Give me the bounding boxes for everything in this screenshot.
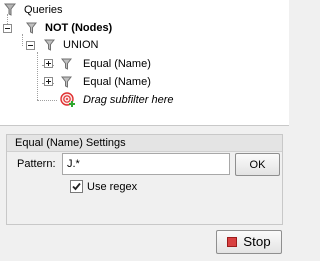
tree-line (22, 34, 23, 46)
pattern-label: Pattern: (17, 158, 56, 170)
tree-root-queries[interactable]: Queries (4, 2, 63, 18)
drop-target-row[interactable]: Drag subfilter here (60, 92, 174, 108)
pattern-input[interactable] (62, 153, 230, 175)
tree-node-label: Equal (Name) (83, 58, 151, 70)
tree-node-equal-name[interactable]: Equal (Name) (61, 74, 151, 90)
tree-node-equal-name[interactable]: Equal (Name) (61, 56, 151, 72)
checkmark-icon (72, 182, 81, 191)
expand-toggle[interactable] (44, 77, 53, 86)
stop-button[interactable]: Stop (216, 230, 282, 254)
settings-title: Equal (Name) Settings (7, 135, 282, 152)
filter-icon (44, 39, 55, 51)
ok-button[interactable]: OK (235, 153, 280, 176)
use-regex-checkbox[interactable] (70, 180, 83, 193)
collapse-toggle[interactable] (26, 41, 35, 50)
expand-toggle[interactable] (44, 59, 53, 68)
collapse-toggle[interactable] (3, 24, 12, 33)
tree-root-label: Queries (24, 4, 63, 16)
tree-node-not[interactable]: NOT (Nodes) (26, 20, 112, 36)
tree-node-union[interactable]: UNION (44, 37, 98, 53)
tree-line (37, 100, 57, 101)
use-regex-label: Use regex (87, 181, 138, 193)
tree-node-not-label: NOT (Nodes) (45, 22, 113, 34)
tree-node-label: Equal (Name) (83, 76, 151, 88)
stop-label: Stop (243, 234, 271, 249)
settings-panel: Equal (Name) Settings Pattern: OK Use re… (6, 134, 283, 225)
filter-icon (4, 3, 16, 16)
stop-icon (227, 237, 238, 247)
tree-node-union-label: UNION (63, 39, 99, 51)
query-tree[interactable]: Queries NOT (Nodes) UNION Equal (Name) E… (0, 0, 289, 126)
filter-icon (61, 76, 72, 88)
tree-line (37, 52, 38, 100)
filter-icon (26, 22, 37, 34)
drop-target-icon (60, 92, 75, 107)
drag-subfilter-hint: Drag subfilter here (83, 94, 174, 106)
filter-icon (61, 58, 72, 70)
